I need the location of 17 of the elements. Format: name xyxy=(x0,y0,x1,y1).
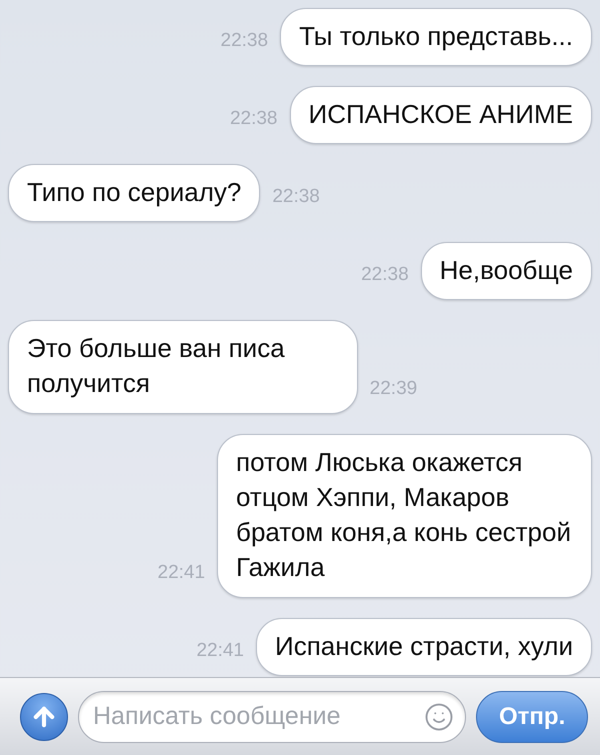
message-bubble: ИСПАНСКОЕ АНИМЕ xyxy=(290,86,592,144)
message-bubble: Испанские страсти, хули xyxy=(256,618,592,676)
attach-button[interactable] xyxy=(20,692,68,740)
message-time: 22:38 xyxy=(272,186,320,208)
message-time: 22:38 xyxy=(230,108,278,130)
send-button[interactable]: Отпр. xyxy=(476,690,588,742)
smiley-icon[interactable] xyxy=(424,702,454,732)
message-time: 22:41 xyxy=(158,562,206,584)
message-time: 22:41 xyxy=(196,640,244,662)
message-bubble: Это больше ван писа получится xyxy=(8,320,358,414)
message-bubble: Не,вообще xyxy=(420,242,592,300)
message-bubble: потом Люська окажется отцом Хэппи, Макаров братом коня,а конь сестрой Гажила xyxy=(217,434,592,598)
message-time: 22:38 xyxy=(361,264,409,286)
message-bubble: Типо по сериалу? xyxy=(8,164,260,222)
message-time: 22:39 xyxy=(370,378,418,400)
message-input-field[interactable]: Написать сообщение xyxy=(78,690,466,742)
message-bubble: Ты только представь... xyxy=(280,8,592,66)
